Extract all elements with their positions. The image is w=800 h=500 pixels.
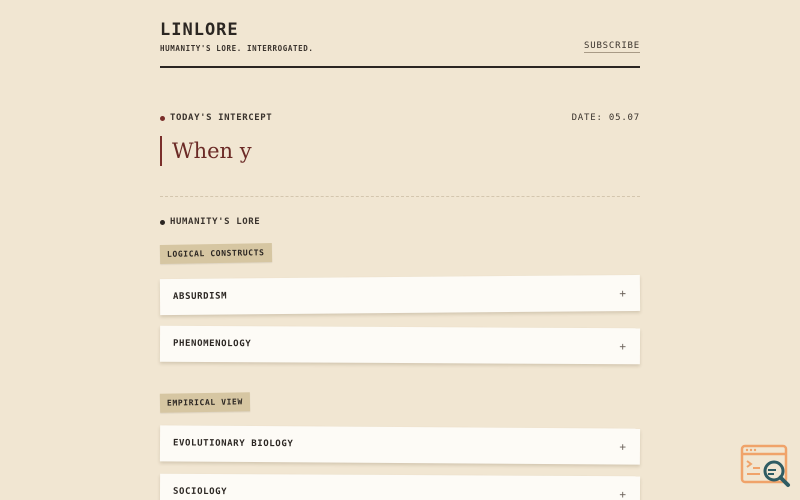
lore-heading: HUMANITY'S LORE [160, 217, 260, 227]
intercept-typed-text: When y [160, 136, 252, 166]
todays-intercept: TODAY'S INTERCEPT DATE: 05.07 When y [160, 68, 640, 197]
expand-plus-icon[interactable]: + [619, 286, 640, 300]
category-tag-empirical-view: EMPIRICAL VIEW [159, 392, 251, 413]
site-logo[interactable]: LINLORE [160, 20, 239, 40]
site-tagline: HUMANITY'S LORE. INTERROGATED. [160, 44, 314, 53]
bullet-icon [160, 219, 165, 225]
expand-plus-icon[interactable]: + [619, 488, 640, 500]
intercept-date: DATE: 05.07 [571, 113, 640, 123]
accordion-item-label: EVOLUTIONARY BIOLOGY [172, 438, 294, 450]
accordion-item-label: SOCIOLOGY [172, 486, 228, 498]
site-header: LINLORE HUMANITY'S LORE. INTERROGATED. S… [160, 0, 640, 68]
intercept-label: TODAY'S INTERCEPT [170, 113, 273, 123]
intercept-heading: TODAY'S INTERCEPT [160, 113, 272, 123]
accordion-item-evolutionary-biology[interactable]: EVOLUTIONARY BIOLOGY + [159, 425, 641, 465]
main-container: LINLORE HUMANITY'S LORE. INTERROGATED. S… [159, 0, 641, 500]
lore-label: HUMANITY'S LORE [170, 217, 261, 227]
accordion-item-label: PHENOMENOLOGY [172, 338, 252, 350]
category-tag-logical-constructs: LOGICAL CONSTRUCTS [159, 243, 272, 264]
accordion-item-sociology[interactable]: SOCIOLOGY + [159, 473, 641, 500]
subscribe-link[interactable]: SUBSCRIBE [584, 41, 640, 53]
page: LINLORE HUMANITY'S LORE. INTERROGATED. S… [0, 0, 800, 500]
expand-plus-icon[interactable]: + [619, 340, 640, 353]
bullet-icon [160, 115, 165, 121]
search-document-icon[interactable] [740, 444, 792, 490]
expand-plus-icon[interactable]: + [619, 440, 640, 453]
accordion-item-absurdism[interactable]: ABSURDISM + [159, 274, 641, 316]
accordion-item-label: ABSURDISM [172, 291, 228, 302]
accordion-item-phenomenology[interactable]: PHENOMENOLOGY + [159, 325, 641, 365]
